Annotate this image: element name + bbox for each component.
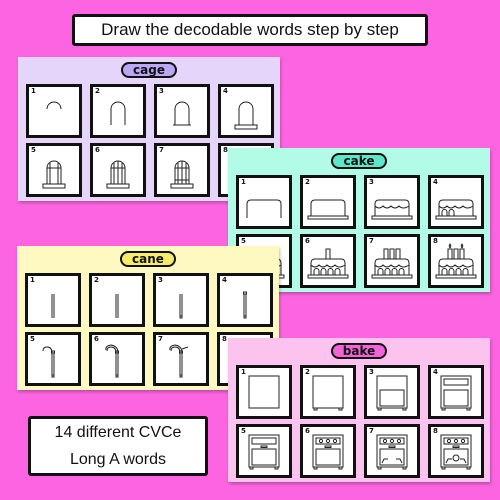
word-label: cake <box>331 153 387 169</box>
step-cell: 3 <box>154 84 210 138</box>
birdcage-drawing-icon <box>173 101 191 126</box>
cake-drawing-icon <box>435 243 477 279</box>
info-box: 14 different CVCe Long A words <box>28 416 208 476</box>
step-cell: 4 <box>428 365 484 419</box>
oven-drawing-icon <box>312 434 344 470</box>
birdcage-drawing-icon <box>46 101 62 110</box>
oven-drawing-icon <box>248 375 280 409</box>
step-cell: 2 <box>300 365 356 419</box>
cane-drawing-icon <box>179 294 183 319</box>
oven-drawing-icon <box>376 375 408 411</box>
step-cell: 4 <box>428 175 484 229</box>
cake-drawing-icon <box>371 248 413 279</box>
cake-drawing-icon <box>371 199 413 220</box>
page-title: Draw the decodable words step by step <box>72 14 428 46</box>
oven-drawing-icon <box>440 434 472 470</box>
step-cell: 6 <box>300 424 356 478</box>
step-cell: 3 <box>153 273 209 327</box>
oven-drawing-icon <box>376 434 408 470</box>
steps-grid: 1234 5678 <box>236 365 484 478</box>
step-cell: 8 <box>428 424 484 478</box>
step-cell: 6 <box>89 332 145 386</box>
word-label: cane <box>120 251 176 267</box>
birdcage-drawing-icon <box>110 101 126 125</box>
step-cell: 5 <box>236 424 292 478</box>
birdcage-drawing-icon <box>42 160 66 189</box>
oven-drawing-icon <box>312 375 344 411</box>
step-cell: 8 <box>428 234 484 288</box>
step-cell: 7 <box>154 143 210 197</box>
oven-drawing-icon <box>248 434 280 470</box>
birdcage-drawing-icon <box>106 160 130 189</box>
step-cell: 1 <box>236 175 292 229</box>
step-cell: 1 <box>236 365 292 419</box>
word-label: bake <box>331 343 387 359</box>
oven-drawing-icon <box>440 375 472 411</box>
cane-drawing-icon <box>243 291 247 319</box>
cane-drawing-icon <box>42 346 55 378</box>
step-cell: 5 <box>26 143 82 197</box>
birdcage-drawing-icon <box>234 101 258 130</box>
step-cell: 2 <box>90 84 146 138</box>
step-cell: 4 <box>218 84 274 138</box>
cane-drawing-icon <box>115 294 119 318</box>
cane-drawing-icon <box>105 344 119 378</box>
birdcage-drawing-icon <box>170 160 194 189</box>
step-cell: 7 <box>153 332 209 386</box>
info-line-2: Long A words <box>69 451 167 468</box>
word-label: cage <box>121 62 177 78</box>
cake-drawing-icon <box>435 199 477 220</box>
step-cell: 2 <box>89 273 145 327</box>
step-cell: 6 <box>90 143 146 197</box>
step-cell: 5 <box>25 332 81 386</box>
cake-drawing-icon <box>307 199 349 220</box>
step-cell: 3 <box>364 175 420 229</box>
cake-drawing-icon <box>307 248 349 279</box>
step-cell: 3 <box>364 365 420 419</box>
cake-drawing-icon <box>246 199 282 218</box>
step-cell: 7 <box>364 234 420 288</box>
info-line-1: 14 different CVCe <box>54 424 182 441</box>
step-cell: 1 <box>25 273 81 327</box>
panel-bake: bake 1 2 3 4 5 6 7 8 <box>228 338 490 482</box>
cane-drawing-icon <box>51 294 55 318</box>
step-cell: 7 <box>364 424 420 478</box>
step-cell: 6 <box>300 234 356 288</box>
step-cell: 2 <box>300 175 356 229</box>
step-cell: 1 <box>26 84 82 138</box>
step-cell: 4 <box>217 273 273 327</box>
cane-drawing-icon <box>169 344 189 378</box>
